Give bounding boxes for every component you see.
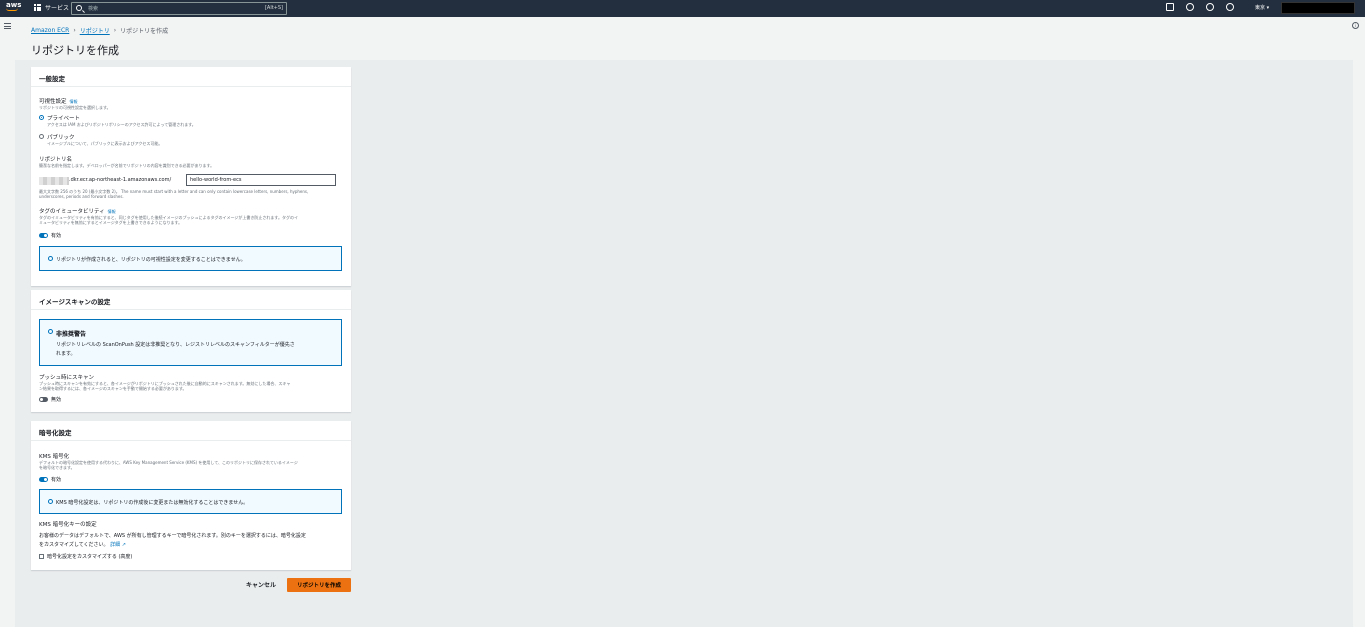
- info-icon: [48, 256, 53, 261]
- info-panel-icon[interactable]: i: [1352, 22, 1359, 29]
- aws-logo-text: aws: [6, 1, 22, 9]
- tag-immutability-desc-2: ミュータビリティを無効にするとイメージタグを上書きできるようになります。: [39, 220, 183, 225]
- scan-on-push-desc-2: ン結果を取得するには、各イメージのスキャンを手動で開始する必要があります。: [39, 386, 187, 391]
- details-link[interactable]: 詳細 ↗: [110, 542, 126, 548]
- kms-info-alert: KMS 暗号化設定は、リポジトリの作成後に変更または無効化することはできません。: [39, 489, 342, 514]
- chevron-right-icon: ›: [113, 27, 117, 34]
- image-scan-title: イメージスキャンの設定: [31, 290, 351, 310]
- account-id-redacted: [39, 177, 69, 185]
- help-icon[interactable]: [1206, 3, 1214, 11]
- warning-title: 非推奨警告: [56, 331, 87, 338]
- page-title: リポジトリを作成: [31, 44, 119, 57]
- account-menu[interactable]: [1281, 2, 1355, 14]
- info-icon: [48, 499, 53, 504]
- search-shortcut: [Alt+S]: [264, 5, 283, 11]
- menu-icon[interactable]: [4, 23, 11, 31]
- info-link[interactable]: 情報: [70, 99, 78, 104]
- kms-alert-text: KMS 暗号化設定は、リポジトリの作成後に変更または無効化することはできません。: [56, 500, 249, 506]
- general-settings-title: 一般設定: [31, 67, 351, 87]
- kms-label: KMS 暗号化: [39, 454, 70, 460]
- customize-encryption-checkbox[interactable]: [39, 554, 44, 559]
- top-navigation-bar: aws サービス 検索 [Alt+S] 東京 ▾: [0, 0, 1365, 17]
- visibility-alert-text: リポジトリが作成されると、リポジトリの可視性設定を変更することはできません。: [56, 257, 246, 263]
- kms-desc-2: を暗号化できます。: [39, 465, 75, 470]
- services-label: サービス: [45, 5, 70, 12]
- repo-uri-prefix: .dkr.ecr.ap-northeast-1.amazonaws.com/: [69, 177, 172, 183]
- breadcrumb-current: リポジトリを作成: [120, 28, 169, 35]
- breadcrumb: Amazon ECR › リポジトリ › リポジトリを作成: [31, 26, 168, 35]
- scan-on-push-toggle-label: 無効: [51, 397, 62, 403]
- breadcrumb-repositories[interactable]: リポジトリ: [80, 26, 110, 35]
- repo-name-hint-2: underscores, periods and forward slashes…: [39, 194, 124, 199]
- info-icon: [48, 329, 53, 334]
- info-link[interactable]: 情報: [108, 209, 116, 214]
- visibility-info-alert: リポジトリが作成されると、リポジトリの可視性設定を変更することはできません。: [39, 246, 342, 271]
- encryption-card: 暗号化設定 KMS 暗号化 デフォルトの暗号化設定を使用する代わりに、AWS K…: [31, 421, 351, 570]
- tag-immutability-toggle[interactable]: [39, 233, 48, 238]
- scan-on-push-toggle[interactable]: [39, 397, 48, 402]
- general-settings-card: 一般設定 可視性設定 情報 リポジトリの可視性設定を選択します。 プライベート ア…: [31, 67, 351, 286]
- search-icon: [76, 5, 82, 11]
- repo-name-desc: 簡潔な名前を指定します。デベロッパーが名前でリポジトリの内容を識別できる必要があ…: [39, 163, 215, 168]
- search-placeholder: 検索: [88, 6, 99, 12]
- private-radio[interactable]: [39, 115, 44, 120]
- bell-icon[interactable]: [1186, 3, 1194, 11]
- cloudshell-icon[interactable]: [1166, 3, 1174, 11]
- kms-key-desc-2: をカスタマイズしてください。 詳細 ↗: [39, 541, 126, 548]
- aws-logo[interactable]: aws: [6, 2, 21, 11]
- public-label: パブリック: [47, 135, 75, 141]
- customize-encryption-label: 暗号化設定をカスタマイズする (高度): [47, 554, 133, 560]
- private-label: プライベート: [47, 116, 81, 122]
- warning-text-1: リポジトリレベルの ScanOnPush 設定は非推奨となり、レジストリレベルの…: [56, 342, 295, 348]
- create-repository-button[interactable]: リポジトリを作成: [287, 578, 351, 592]
- repo-name-input[interactable]: hello-world-from-ecs: [186, 174, 336, 186]
- kms-desc-1: デフォルトの暗号化設定を使用する代わりに、AWS Key Management …: [39, 460, 298, 465]
- visibility-label: 可視性設定 情報: [39, 97, 78, 105]
- tag-immutability-toggle-label: 有効: [51, 233, 62, 239]
- grid-icon: [34, 4, 41, 11]
- kms-toggle[interactable]: [39, 477, 48, 482]
- scan-on-push-label: プッシュ時にスキャン: [39, 375, 95, 381]
- kms-toggle-label: 有効: [51, 477, 62, 483]
- public-radio[interactable]: [39, 134, 44, 139]
- kms-key-label: KMS 暗号化キーの設定: [39, 522, 97, 528]
- region-selector[interactable]: 東京 ▾: [1255, 4, 1269, 11]
- kms-key-desc-1: お客様のデータはデフォルトで、AWS が所有し管理するキーで暗号化されます。別の…: [39, 533, 306, 539]
- settings-icon[interactable]: [1226, 3, 1234, 11]
- services-menu[interactable]: サービス: [34, 3, 69, 12]
- visibility-desc: リポジトリの可視性設定を選択します。: [39, 105, 111, 110]
- breadcrumb-ecr[interactable]: Amazon ECR: [31, 27, 69, 34]
- warning-text-2: れます。: [56, 351, 76, 357]
- cancel-button[interactable]: キャンセル: [246, 580, 276, 589]
- search-input[interactable]: 検索 [Alt+S]: [71, 2, 287, 15]
- repo-name-label: リポジトリ名: [39, 157, 73, 163]
- encryption-title: 暗号化設定: [31, 421, 351, 441]
- private-desc: アクセスは IAM およびリポジトリポリシーのアクセス許可によって管理されます。: [47, 122, 196, 127]
- chevron-right-icon: ›: [73, 27, 76, 34]
- public-desc: イメージプルについて、パブリックに表示およびアクセス可能。: [47, 141, 163, 146]
- tag-immutability-label: タグのイミュータビリティ 情報: [39, 207, 116, 215]
- deprecation-warning: 非推奨警告 リポジトリレベルの ScanOnPush 設定は非推奨となり、レジス…: [39, 319, 342, 366]
- image-scan-card: イメージスキャンの設定 非推奨警告 リポジトリレベルの ScanOnPush 設…: [31, 290, 351, 412]
- kms-key-desc-2-text: をカスタマイズしてください。: [39, 542, 109, 548]
